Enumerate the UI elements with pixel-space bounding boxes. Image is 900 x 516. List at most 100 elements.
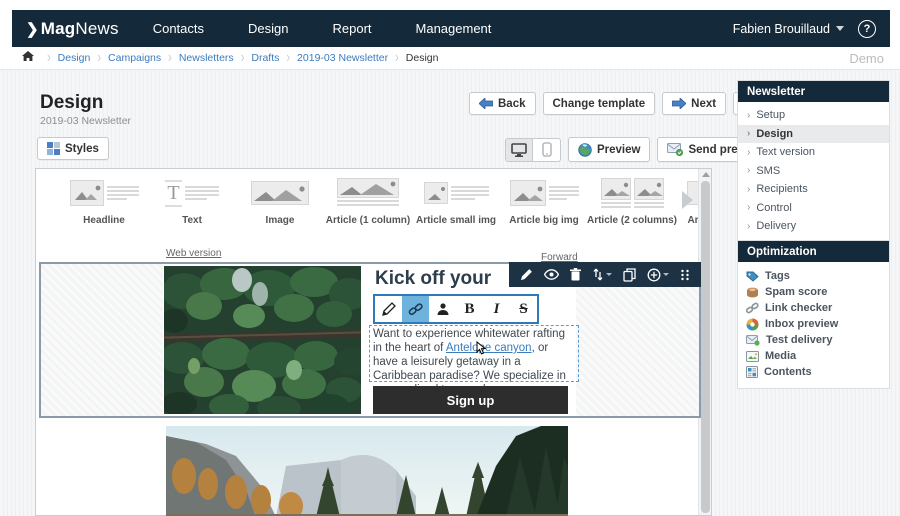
link-icon[interactable] — [402, 296, 429, 322]
preview-button[interactable]: Preview — [568, 137, 650, 162]
palette-label: Headline — [83, 215, 125, 226]
app-window: ❯ MagNews Contacts Design Report Managem… — [0, 0, 900, 516]
nav-item-management[interactable]: Management — [416, 21, 492, 36]
person-icon[interactable] — [429, 296, 456, 322]
palette-item-text[interactable]: T Text — [148, 169, 236, 226]
next-label: Next — [691, 98, 716, 110]
styles-button[interactable]: Styles — [37, 137, 109, 160]
actions-icon[interactable] — [592, 268, 612, 281]
sidebar-item-label: Delivery — [756, 220, 796, 232]
nav-item-report[interactable]: Report — [332, 21, 371, 36]
sidebar-item-tags[interactable]: Tags — [738, 268, 889, 284]
scrollbar-thumb[interactable] — [701, 181, 710, 513]
sidebar-item-delivery[interactable]: ›Delivery — [738, 217, 889, 236]
breadcrumb-item-campaigns[interactable]: Campaigns — [108, 52, 161, 64]
article-image-valley[interactable] — [166, 426, 568, 516]
sidebar-item-control[interactable]: ›Control — [738, 199, 889, 218]
palette-item-article-small-img[interactable]: Article small img — [412, 169, 500, 226]
sidebar-item-label: Media — [765, 350, 796, 362]
chevron-right-icon: › — [747, 165, 750, 176]
logo-bold: Mag — [41, 19, 76, 38]
breadcrumb-item-newsletters[interactable]: Newsletters — [179, 52, 234, 64]
sidebar-item-label: Recipients — [756, 183, 807, 195]
page-title: Design — [40, 92, 103, 114]
empty-drop-zone[interactable] — [41, 264, 163, 416]
edit-icon[interactable] — [375, 296, 402, 322]
sidebar-item-inbox-preview[interactable]: Inbox preview — [738, 316, 889, 332]
nav-item-contacts[interactable]: Contacts — [153, 21, 204, 36]
nav-item-design[interactable]: Design — [248, 21, 288, 36]
change-template-button[interactable]: Change template — [543, 92, 656, 115]
palette-item-headline[interactable]: Headline — [60, 169, 148, 226]
sidebar-item-design[interactable]: ›Design — [738, 125, 889, 144]
trash-icon[interactable] — [570, 268, 581, 281]
sidebar-item-text-version[interactable]: ›Text version — [738, 143, 889, 162]
sidebar-item-test-delivery[interactable]: Test delivery — [738, 332, 889, 348]
component-palette: Headline T Text Image Arti — [36, 169, 698, 233]
sidebar-item-contents[interactable]: Contents — [738, 364, 889, 380]
change-template-label: Change template — [553, 98, 646, 110]
sidebar-item-label: Test delivery — [766, 334, 832, 346]
duplicate-icon[interactable] — [623, 268, 636, 282]
scroll-up-icon[interactable] — [702, 172, 710, 177]
add-icon[interactable] — [647, 268, 669, 282]
sidebar-item-spam-score[interactable]: Spam score — [738, 284, 889, 300]
article-2col-thumb-icon — [601, 178, 664, 208]
breadcrumb-separator: › — [241, 50, 245, 67]
antelope-canyon-link[interactable]: Antelope canyon — [446, 342, 532, 354]
breadcrumb-item-newsletter[interactable]: 2019-03 Newsletter — [297, 52, 388, 64]
next-button[interactable]: Next — [662, 92, 726, 115]
back-label: Back — [498, 98, 526, 110]
palette-item-article-2col[interactable]: Article (2 columns) — [588, 169, 676, 226]
palette-item-article-big-img[interactable]: Article big img — [500, 169, 588, 226]
sidebar-item-label: Spam score — [765, 286, 827, 298]
sidebar-item-label: Tags — [765, 270, 790, 282]
strike-letter: S — [519, 301, 527, 318]
empty-drop-zone[interactable] — [576, 286, 699, 416]
sidebar-item-link-checker[interactable]: Link checker — [738, 300, 889, 316]
article-text[interactable]: Want to experience whitewater rafting in… — [369, 325, 579, 382]
sidebar-item-label: Contents — [764, 366, 812, 378]
web-version-link[interactable]: Web version — [166, 248, 221, 259]
palette-item-image[interactable]: Image — [236, 169, 324, 226]
article-image-forest[interactable] — [164, 266, 361, 414]
breadcrumb-item-drafts[interactable]: Drafts — [251, 52, 279, 64]
article-heading[interactable]: Kick off your — [375, 268, 491, 290]
sidebar-item-sms[interactable]: › SMS — [738, 162, 889, 181]
breadcrumb-separator: › — [97, 50, 101, 67]
design-canvas: Headline T Text Image Arti — [35, 168, 712, 516]
mobile-view-button[interactable] — [533, 138, 561, 162]
back-button[interactable]: Back — [469, 92, 536, 115]
palette-label: Ar — [687, 215, 698, 226]
home-icon[interactable] — [22, 51, 34, 65]
optimization-panel: Optimization Tags Spam score Link checke… — [737, 240, 890, 389]
bold-icon[interactable]: B — [456, 296, 483, 322]
breadcrumb-current: Design — [406, 52, 439, 64]
sidebar-item-label: Design — [756, 128, 793, 140]
sidebar-item-setup[interactable]: ›Setup — [738, 106, 889, 125]
breadcrumb-separator: › — [286, 50, 290, 67]
eye-icon[interactable] — [544, 269, 559, 280]
user-menu[interactable]: Fabien Brouillaud — [733, 22, 844, 36]
test-delivery-icon — [746, 335, 760, 346]
magnews-logo[interactable]: ❯ MagNews — [26, 19, 119, 39]
image-thumb-icon — [251, 178, 309, 208]
sidebar-item-media[interactable]: Media — [738, 348, 889, 364]
device-toggle — [505, 138, 561, 162]
desktop-view-button[interactable] — [505, 138, 533, 162]
signup-button[interactable]: Sign up — [373, 386, 568, 414]
optimization-panel-title: Optimization — [738, 241, 889, 262]
inbox-preview-icon — [746, 318, 759, 331]
strikethrough-icon[interactable]: S — [510, 296, 537, 322]
breadcrumb-item-design[interactable]: Design — [58, 52, 91, 64]
spam-score-icon — [746, 287, 759, 298]
drag-handle-icon[interactable] — [680, 269, 690, 281]
sidebar-item-label: SMS — [756, 165, 780, 177]
edit-icon[interactable] — [520, 268, 533, 281]
palette-item-article-1col[interactable]: Article (1 column) — [324, 169, 412, 226]
palette-scroll-right-icon[interactable] — [682, 191, 693, 209]
help-icon[interactable]: ? — [858, 20, 876, 38]
user-name: Fabien Brouillaud — [733, 22, 830, 36]
italic-icon[interactable]: I — [483, 296, 510, 322]
sidebar-item-recipients[interactable]: ›Recipients — [738, 180, 889, 199]
